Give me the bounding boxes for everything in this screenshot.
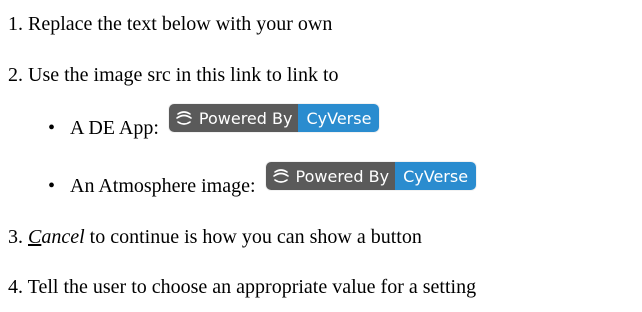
list-text: Tell the user to choose an appropriate v… <box>27 276 477 298</box>
list-text: Replace the text below with your own <box>28 13 333 35</box>
badge-right-part: CyVerse <box>395 162 477 190</box>
list-item-3: 3. Cancel to continue is how you can sho… <box>8 225 422 249</box>
list-item-1: 1. Replace the text below with your own <box>8 12 332 36</box>
powered-by-cyverse-badge[interactable]: Powered By CyVerse <box>265 162 477 190</box>
bullet-dot-icon: • <box>48 175 56 197</box>
badge-left-part: Powered By <box>265 162 396 190</box>
list-text: Use the image src in this link to link t… <box>28 64 339 86</box>
powered-by-cyverse-badge[interactable]: Powered By CyVerse <box>168 104 380 132</box>
bullet-item-atmosphere-image: • An Atmosphere image: Powered By CyVers… <box>48 162 477 198</box>
cancel-button-reference: Cancel <box>28 226 85 248</box>
cyverse-logo-icon <box>176 111 192 125</box>
badge-left-label: Powered By <box>198 108 293 128</box>
list-number: 2. <box>8 64 28 86</box>
cancel-accelerator-letter: C <box>28 226 42 248</box>
bullet-dot-icon: • <box>48 117 56 139</box>
list-item-4: 4. Tell the user to choose an appropriat… <box>8 275 476 299</box>
list-number: 1. <box>8 13 28 35</box>
badge-left-label: Powered By <box>295 166 390 186</box>
badge-right-part: CyVerse <box>298 104 380 132</box>
list-text: to continue is how you can show a button <box>84 226 422 248</box>
bullet-item-de-app: • A DE App: Powered By CyVerse <box>48 104 380 140</box>
list-number: 4. <box>8 276 28 298</box>
badge-left-part: Powered By <box>168 104 299 132</box>
list-item-2: 2. Use the image src in this link to lin… <box>8 63 339 87</box>
bullet-text: A DE App: <box>70 117 159 139</box>
cyverse-logo-icon <box>272 169 289 183</box>
bullet-text: An Atmosphere image: <box>70 175 256 197</box>
cancel-rest: ancel <box>41 226 85 248</box>
list-number: 3. <box>8 226 28 248</box>
